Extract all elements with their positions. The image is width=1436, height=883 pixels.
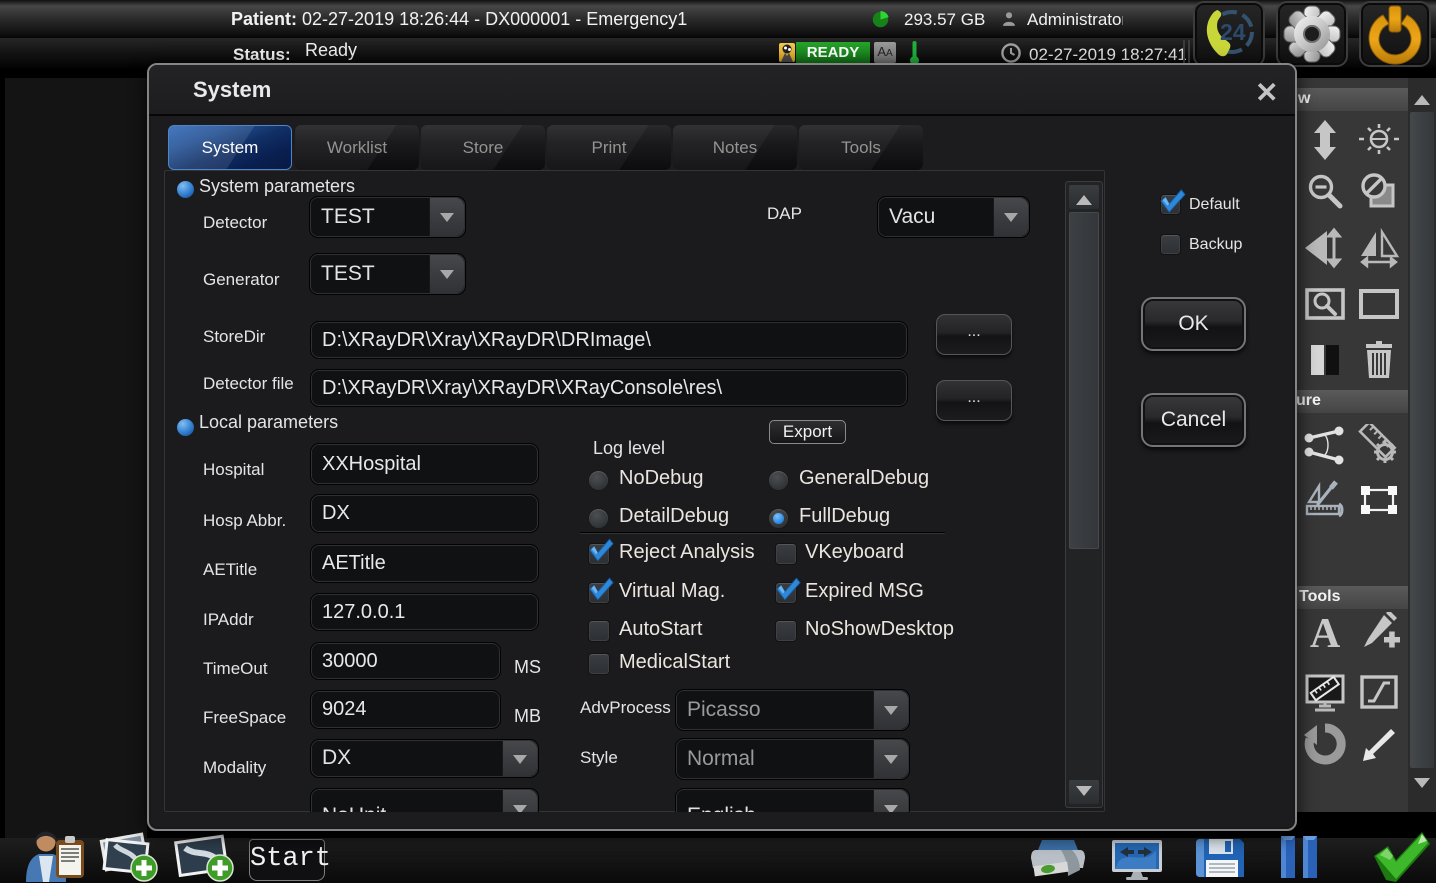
svg-text:24: 24 [1220, 19, 1246, 45]
